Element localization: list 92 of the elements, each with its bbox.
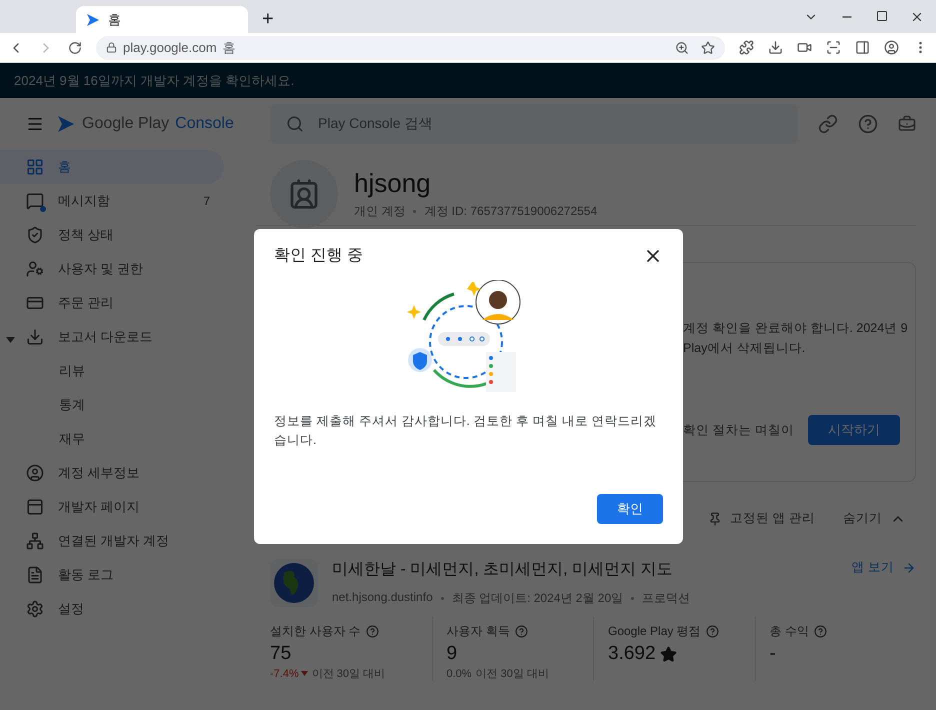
stat-label: 설치한 사용자 수 [270, 623, 361, 640]
sidebar-item[interactable]: 홈 [0, 150, 224, 184]
update-date: 최종 업데이트: 2024년 2월 20일 [452, 590, 624, 607]
page-icon [26, 498, 44, 516]
help-icon[interactable] [514, 625, 528, 638]
notice-note: 확인 절차는 며칠이 [683, 422, 794, 439]
search-icon [286, 115, 304, 133]
view-app-link[interactable]: 앱 보기 [852, 559, 916, 576]
extensions-icon[interactable] [739, 40, 754, 55]
sidebar-item[interactable]: 보고서 다운로드 [0, 320, 224, 354]
compare-text: 이전 30일 대비 [312, 667, 386, 681]
stat-value: 75 [270, 643, 292, 665]
briefcase-icon[interactable] [898, 115, 916, 133]
globe-app-icon [270, 559, 318, 607]
notice-text: Play에서 삭제됩니다. [683, 340, 806, 357]
download-icon[interactable] [768, 40, 783, 55]
settings-icon [26, 600, 44, 618]
card-icon [26, 294, 44, 312]
manage-pinned-button[interactable]: 고정된 앱 관리 [708, 510, 815, 527]
sidebar-item[interactable]: 연결된 개발자 계정 [0, 524, 224, 558]
sidebar-item[interactable]: 리뷰 [0, 354, 224, 388]
network-icon [26, 532, 44, 550]
separator-dot [413, 210, 416, 212]
profile-icon[interactable] [884, 40, 899, 55]
help-icon[interactable] [814, 625, 827, 638]
menu-icon[interactable] [26, 115, 44, 133]
dialog-title: 확인 진행 중 [274, 246, 363, 266]
hide-button[interactable]: 숨기기 [843, 510, 906, 527]
change-value: 0.0% [446, 666, 472, 681]
dialog-message: 정보를 제출해 주셔서 감사합니다. 검토한 후 며칠 내로 연락드리겠습니다. [274, 413, 658, 449]
help-icon[interactable] [706, 625, 719, 638]
address-bar[interactable]: play.google.com 홈 [96, 36, 725, 60]
notice-text: 계정 확인을 완료해야 합니다. 2024년 9 [683, 320, 909, 337]
lock-icon [106, 42, 117, 53]
sidebar-item[interactable]: 통계 [0, 388, 224, 422]
new-tab-button[interactable]: + [256, 6, 280, 33]
separator-dot [631, 597, 634, 600]
help-icon[interactable] [858, 114, 878, 134]
sidebar-item[interactable]: 주문 관리 [0, 286, 224, 320]
app-title: 미세한날 - 미세먼지, 초미세먼지, 미세먼지 지도 [332, 560, 674, 580]
sidebar-item[interactable]: 계정 세부정보 [0, 456, 224, 490]
screenshot-icon[interactable] [826, 40, 841, 55]
users-icon [26, 260, 44, 278]
app-logo: Google Play Console [56, 114, 234, 134]
separator-dot [440, 597, 444, 600]
compare-text: 이전 30일 대비 [476, 667, 549, 681]
pin-icon [708, 512, 722, 526]
account-name: hjsong [354, 168, 432, 198]
arrow-right-icon [902, 560, 916, 574]
stat-label: 총 수익 [770, 623, 809, 640]
stat-label: Google Play 평점 [608, 623, 701, 640]
start-button[interactable]: 시작하기 [808, 415, 900, 445]
account-icon [26, 464, 44, 482]
reload-icon[interactable] [68, 40, 82, 54]
change-value: -7.4% [270, 666, 308, 681]
confirm-button[interactable]: 확인 [597, 494, 663, 524]
stat-label: 사용자 획득 [446, 623, 510, 640]
shield-icon [26, 226, 44, 244]
package-name: net.hjsong.dustinfo [332, 590, 433, 606]
sidebar-item[interactable]: 설정 [0, 592, 224, 626]
maximize-icon[interactable] [876, 10, 888, 22]
page-title-text: 홈 [222, 38, 236, 56]
sidebar-item[interactable]: 재무 [0, 422, 224, 456]
browser-tab[interactable]: 홈 [76, 6, 248, 33]
caret-down-icon[interactable] [6, 337, 15, 343]
help-icon[interactable] [366, 625, 379, 638]
url-text: play.google.com [123, 40, 217, 55]
bookmark-icon[interactable] [701, 40, 715, 54]
account-id: 계정 ID: 7657377519006272554 [424, 202, 598, 220]
side-panel-icon[interactable] [855, 40, 870, 55]
caret-down-icon [300, 671, 308, 676]
zoom-icon[interactable] [675, 40, 689, 54]
inbox-icon [26, 192, 44, 210]
link-icon[interactable] [818, 114, 838, 134]
grid-icon [26, 158, 44, 176]
count-label: 7 [203, 194, 210, 208]
video-icon[interactable] [797, 40, 812, 55]
stat-value: - [770, 643, 776, 665]
stat-value: 9 [446, 643, 458, 665]
banner-text: 2024년 9월 16일까지 개발자 계정을 확인하세요. [0, 63, 936, 98]
sidebar-item[interactable]: 사용자 및 권한 [0, 252, 224, 286]
sidebar-item[interactable]: 메시지함 7 [0, 184, 224, 218]
account-type: 개인 계정 [354, 202, 406, 220]
download-icon [26, 328, 44, 346]
app-status: 프로덕션 [642, 590, 690, 607]
document-icon [26, 566, 44, 584]
play-logo-icon [86, 12, 100, 26]
sidebar-item[interactable]: 정책 상태 [0, 218, 224, 252]
search-field[interactable]: Play Console 검색 [270, 104, 798, 144]
stat-value: 3.692 [608, 643, 656, 665]
sidebar-item[interactable]: 개발자 페이지 [0, 490, 224, 524]
sidebar-item[interactable]: 활동 로그 [0, 558, 224, 592]
